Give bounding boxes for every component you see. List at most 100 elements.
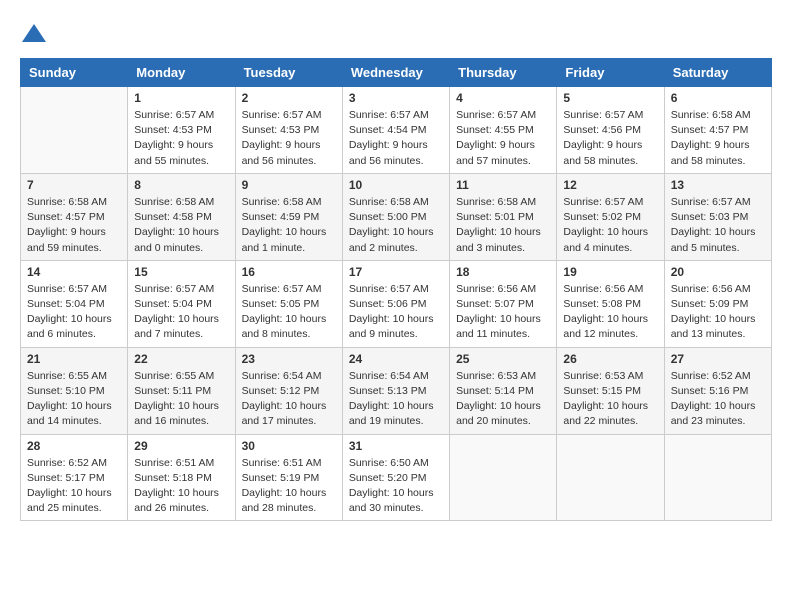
- col-header-thursday: Thursday: [450, 59, 557, 87]
- day-number: 16: [242, 265, 336, 279]
- logo-icon: [20, 20, 48, 48]
- day-number: 7: [27, 178, 121, 192]
- day-number: 21: [27, 352, 121, 366]
- day-cell: 10 Sunrise: 6:58 AM Sunset: 5:00 PM Dayli…: [342, 173, 449, 260]
- day-cell: 5 Sunrise: 6:57 AM Sunset: 4:56 PM Daylig…: [557, 87, 664, 174]
- col-header-wednesday: Wednesday: [342, 59, 449, 87]
- day-info: Sunrise: 6:57 AM Sunset: 4:55 PM Dayligh…: [456, 108, 550, 169]
- week-row-3: 14 Sunrise: 6:57 AM Sunset: 5:04 PM Dayli…: [21, 260, 772, 347]
- day-info: Sunrise: 6:55 AM Sunset: 5:10 PM Dayligh…: [27, 369, 121, 430]
- day-info: Sunrise: 6:57 AM Sunset: 5:03 PM Dayligh…: [671, 195, 765, 256]
- day-cell: 29Sunrise: 6:51 AM Sunset: 5:18 PM Dayli…: [128, 434, 235, 521]
- day-number: 30: [242, 439, 336, 453]
- week-row-4: 21 Sunrise: 6:55 AM Sunset: 5:10 PM Dayli…: [21, 347, 772, 434]
- day-cell: 3 Sunrise: 6:57 AM Sunset: 4:54 PM Daylig…: [342, 87, 449, 174]
- day-cell: [21, 87, 128, 174]
- col-header-saturday: Saturday: [664, 59, 771, 87]
- page-header: [20, 20, 772, 48]
- day-number: 11: [456, 178, 550, 192]
- day-cell: 16 Sunrise: 6:57 AM Sunset: 5:05 PM Dayli…: [235, 260, 342, 347]
- col-header-friday: Friday: [557, 59, 664, 87]
- day-cell: 4 Sunrise: 6:57 AM Sunset: 4:55 PM Daylig…: [450, 87, 557, 174]
- day-number: 5: [563, 91, 657, 105]
- day-info: Sunrise: 6:56 AM Sunset: 5:08 PM Dayligh…: [563, 282, 657, 343]
- day-cell: 13 Sunrise: 6:57 AM Sunset: 5:03 PM Dayli…: [664, 173, 771, 260]
- day-number: 6: [671, 91, 765, 105]
- day-number: 9: [242, 178, 336, 192]
- day-info: Sunrise: 6:51 AM Sunset: 5:18 PM Dayligh…: [134, 456, 228, 517]
- day-info: Sunrise: 6:57 AM Sunset: 5:02 PM Dayligh…: [563, 195, 657, 256]
- day-cell: 14 Sunrise: 6:57 AM Sunset: 5:04 PM Dayli…: [21, 260, 128, 347]
- day-info: Sunrise: 6:50 AM Sunset: 5:20 PM Dayligh…: [349, 456, 443, 517]
- day-number: 17: [349, 265, 443, 279]
- day-cell: 20 Sunrise: 6:56 AM Sunset: 5:09 PM Dayli…: [664, 260, 771, 347]
- day-number: 24: [349, 352, 443, 366]
- day-number: 27: [671, 352, 765, 366]
- day-cell: [557, 434, 664, 521]
- day-number: 3: [349, 91, 443, 105]
- day-cell: 19Sunrise: 6:56 AM Sunset: 5:08 PM Dayli…: [557, 260, 664, 347]
- day-cell: 11 Sunrise: 6:58 AM Sunset: 5:01 PM Dayli…: [450, 173, 557, 260]
- day-cell: 28 Sunrise: 6:52 AM Sunset: 5:17 PM Dayli…: [21, 434, 128, 521]
- day-number: 8: [134, 178, 228, 192]
- day-number: 4: [456, 91, 550, 105]
- day-cell: 24 Sunrise: 6:54 AM Sunset: 5:13 PM Dayli…: [342, 347, 449, 434]
- day-info: Sunrise: 6:53 AM Sunset: 5:14 PM Dayligh…: [456, 369, 550, 430]
- day-info: Sunrise: 6:56 AM Sunset: 5:09 PM Dayligh…: [671, 282, 765, 343]
- day-number: 31: [349, 439, 443, 453]
- week-row-2: 7 Sunrise: 6:58 AM Sunset: 4:57 PM Daylig…: [21, 173, 772, 260]
- day-info: Sunrise: 6:57 AM Sunset: 5:04 PM Dayligh…: [27, 282, 121, 343]
- day-info: Sunrise: 6:57 AM Sunset: 5:06 PM Dayligh…: [349, 282, 443, 343]
- day-cell: 17 Sunrise: 6:57 AM Sunset: 5:06 PM Dayli…: [342, 260, 449, 347]
- day-info: Sunrise: 6:58 AM Sunset: 4:59 PM Dayligh…: [242, 195, 336, 256]
- day-cell: 1 Sunrise: 6:57 AM Sunset: 4:53 PM Daylig…: [128, 87, 235, 174]
- day-cell: [450, 434, 557, 521]
- day-cell: 30 Sunrise: 6:51 AM Sunset: 5:19 PM Dayli…: [235, 434, 342, 521]
- day-cell: 12 Sunrise: 6:57 AM Sunset: 5:02 PM Dayli…: [557, 173, 664, 260]
- day-number: 10: [349, 178, 443, 192]
- day-number: 18: [456, 265, 550, 279]
- day-number: 14: [27, 265, 121, 279]
- day-info: Sunrise: 6:58 AM Sunset: 4:57 PM Dayligh…: [671, 108, 765, 169]
- day-cell: [664, 434, 771, 521]
- day-info: Sunrise: 6:52 AM Sunset: 5:16 PM Dayligh…: [671, 369, 765, 430]
- day-info: Sunrise: 6:57 AM Sunset: 4:53 PM Dayligh…: [242, 108, 336, 169]
- day-cell: 21 Sunrise: 6:55 AM Sunset: 5:10 PM Dayli…: [21, 347, 128, 434]
- day-number: 23: [242, 352, 336, 366]
- day-cell: 8 Sunrise: 6:58 AM Sunset: 4:58 PM Daylig…: [128, 173, 235, 260]
- day-info: Sunrise: 6:57 AM Sunset: 4:56 PM Dayligh…: [563, 108, 657, 169]
- calendar-table: SundayMondayTuesdayWednesdayThursdayFrid…: [20, 58, 772, 521]
- week-row-1: 1 Sunrise: 6:57 AM Sunset: 4:53 PM Daylig…: [21, 87, 772, 174]
- day-cell: 25Sunrise: 6:53 AM Sunset: 5:14 PM Dayli…: [450, 347, 557, 434]
- day-info: Sunrise: 6:57 AM Sunset: 5:05 PM Dayligh…: [242, 282, 336, 343]
- day-number: 1: [134, 91, 228, 105]
- day-number: 13: [671, 178, 765, 192]
- day-number: 22: [134, 352, 228, 366]
- day-number: 20: [671, 265, 765, 279]
- day-info: Sunrise: 6:58 AM Sunset: 5:01 PM Dayligh…: [456, 195, 550, 256]
- day-info: Sunrise: 6:54 AM Sunset: 5:12 PM Dayligh…: [242, 369, 336, 430]
- day-number: 15: [134, 265, 228, 279]
- header-row: SundayMondayTuesdayWednesdayThursdayFrid…: [21, 59, 772, 87]
- day-info: Sunrise: 6:58 AM Sunset: 4:57 PM Dayligh…: [27, 195, 121, 256]
- day-info: Sunrise: 6:57 AM Sunset: 4:53 PM Dayligh…: [134, 108, 228, 169]
- day-info: Sunrise: 6:54 AM Sunset: 5:13 PM Dayligh…: [349, 369, 443, 430]
- day-number: 2: [242, 91, 336, 105]
- day-cell: 6 Sunrise: 6:58 AM Sunset: 4:57 PM Daylig…: [664, 87, 771, 174]
- day-info: Sunrise: 6:58 AM Sunset: 4:58 PM Dayligh…: [134, 195, 228, 256]
- col-header-sunday: Sunday: [21, 59, 128, 87]
- day-cell: 22Sunrise: 6:55 AM Sunset: 5:11 PM Dayli…: [128, 347, 235, 434]
- day-cell: 26Sunrise: 6:53 AM Sunset: 5:15 PM Dayli…: [557, 347, 664, 434]
- day-info: Sunrise: 6:58 AM Sunset: 5:00 PM Dayligh…: [349, 195, 443, 256]
- day-info: Sunrise: 6:51 AM Sunset: 5:19 PM Dayligh…: [242, 456, 336, 517]
- day-info: Sunrise: 6:57 AM Sunset: 4:54 PM Dayligh…: [349, 108, 443, 169]
- day-cell: 18 Sunrise: 6:56 AM Sunset: 5:07 PM Dayli…: [450, 260, 557, 347]
- day-info: Sunrise: 6:56 AM Sunset: 5:07 PM Dayligh…: [456, 282, 550, 343]
- day-number: 12: [563, 178, 657, 192]
- day-number: 28: [27, 439, 121, 453]
- day-cell: 27 Sunrise: 6:52 AM Sunset: 5:16 PM Dayli…: [664, 347, 771, 434]
- day-info: Sunrise: 6:52 AM Sunset: 5:17 PM Dayligh…: [27, 456, 121, 517]
- week-row-5: 28 Sunrise: 6:52 AM Sunset: 5:17 PM Dayli…: [21, 434, 772, 521]
- logo: [20, 20, 52, 48]
- day-cell: 7 Sunrise: 6:58 AM Sunset: 4:57 PM Daylig…: [21, 173, 128, 260]
